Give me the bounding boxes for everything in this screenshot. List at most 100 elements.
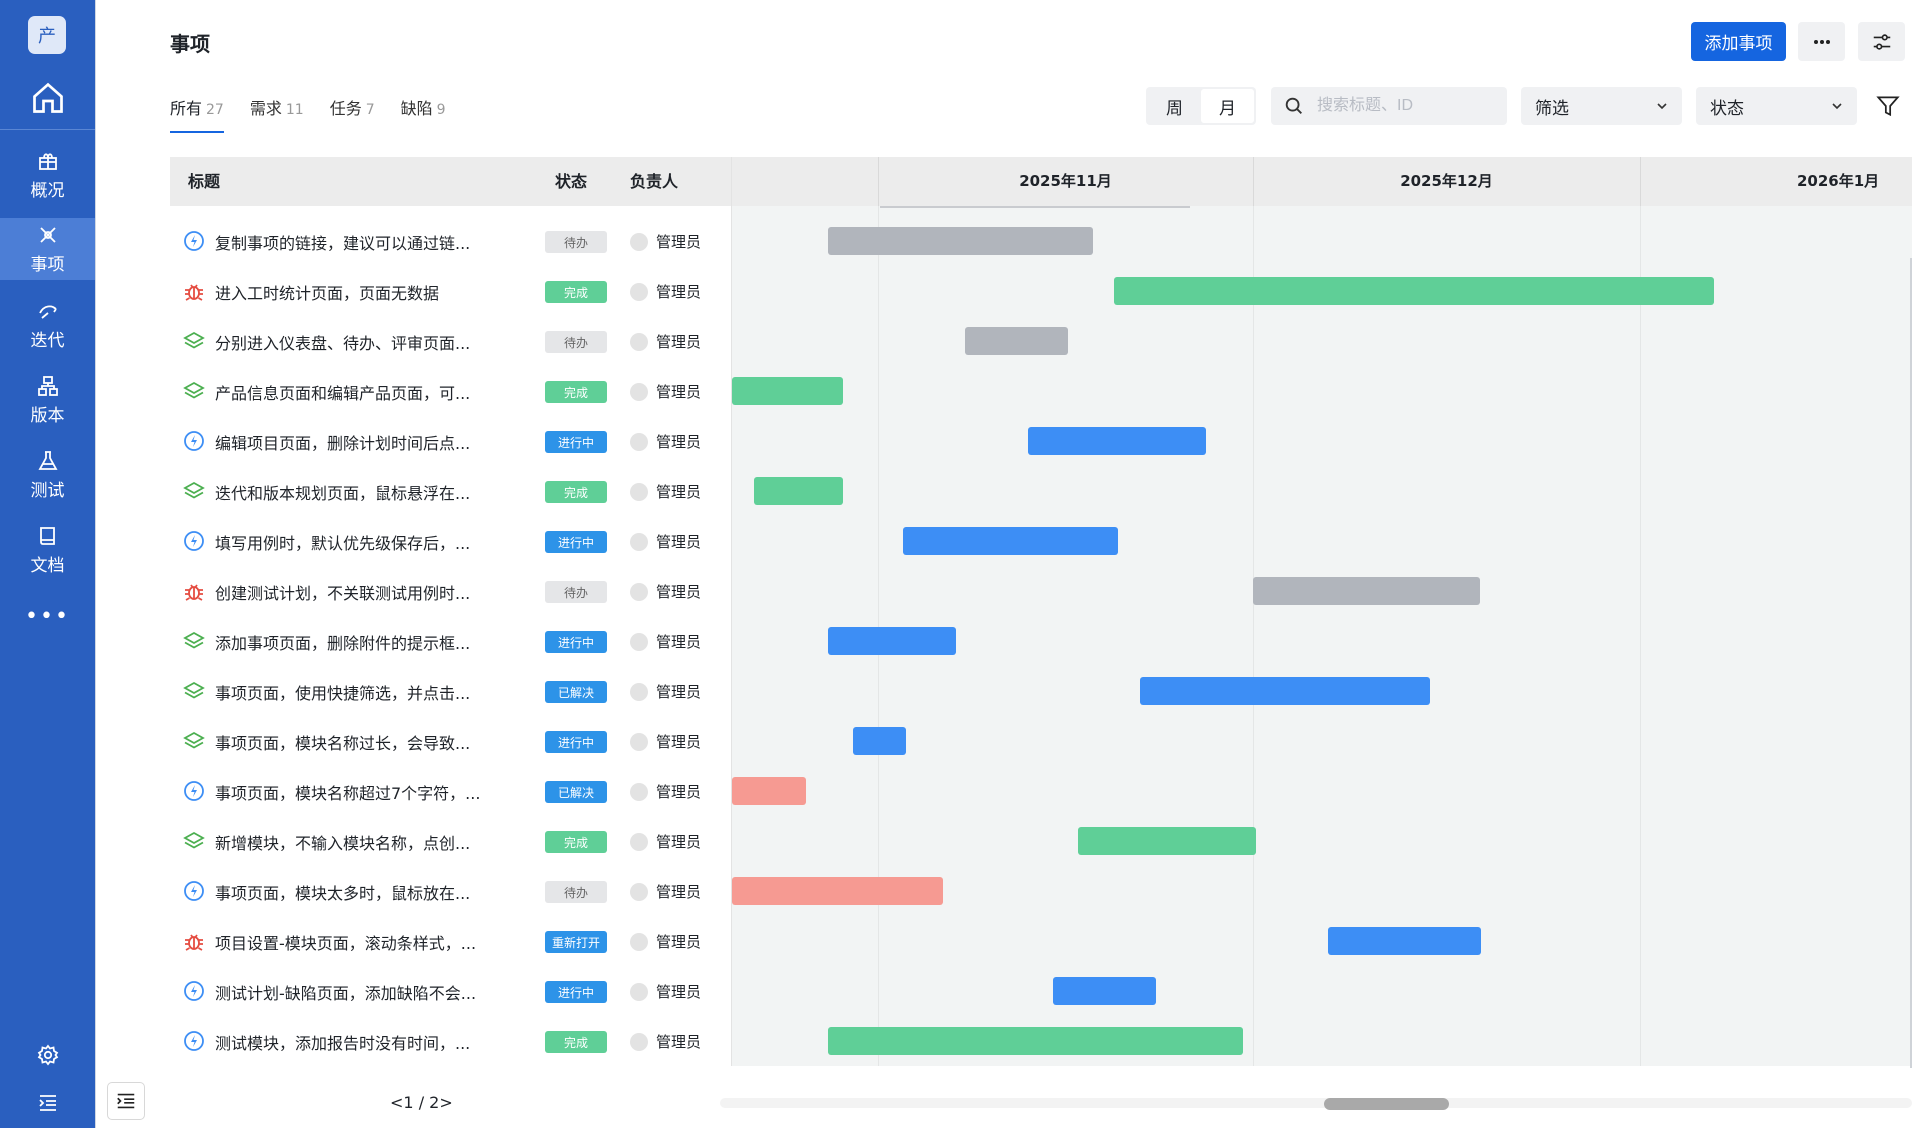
scrollbar-thumb[interactable] — [1324, 1098, 1449, 1110]
prev-page-button[interactable]: < — [390, 1093, 403, 1112]
filter-funnel-icon[interactable] — [1875, 93, 1901, 119]
menu-collapse-icon[interactable] — [36, 1091, 60, 1115]
gantt-bar[interactable] — [1140, 677, 1430, 705]
status-dropdown[interactable]: 状态 — [1696, 87, 1857, 125]
issue-title[interactable]: 进入工时统计页面，页面无数据 — [215, 280, 439, 304]
column-title-header[interactable]: 标题 — [188, 157, 220, 206]
table-row[interactable]: 事项页面，模块太多时，鼠标放在... 待办 管理员 — [170, 866, 730, 916]
gantt-bar[interactable] — [754, 477, 843, 505]
tab-requirement[interactable]: 需求 11 — [250, 95, 304, 133]
table-row[interactable]: 复制事项的链接，建议可以通过链... 待办 管理员 — [170, 216, 730, 266]
gantt-bar[interactable] — [828, 1027, 1243, 1055]
filter-dropdown[interactable]: 筛选 — [1521, 87, 1682, 125]
issue-title[interactable]: 事项页面，模块名称过长，会导致... — [215, 730, 470, 754]
gantt-bar[interactable] — [1053, 977, 1156, 1005]
status-badge[interactable]: 进行中 — [545, 431, 607, 453]
sidebar-item-docs[interactable]: 文档 — [0, 519, 95, 581]
status-badge[interactable]: 完成 — [545, 1031, 607, 1053]
issue-title[interactable]: 创建测试计划，不关联测试用例时... — [215, 580, 470, 604]
table-row[interactable]: 分别进入仪表盘、待办、评审页面... 待办 管理员 — [170, 316, 730, 366]
issue-title[interactable]: 编辑项目页面，删除计划时间后点... — [215, 430, 470, 454]
issue-title[interactable]: 事项页面，使用快捷筛选，并点击... — [215, 680, 470, 704]
gantt-bar[interactable] — [965, 327, 1068, 355]
gantt-bar[interactable] — [732, 777, 806, 805]
week-view-button[interactable]: 周 — [1148, 89, 1201, 123]
tab-all[interactable]: 所有 27 — [170, 95, 224, 133]
table-row[interactable]: 编辑项目页面，删除计划时间后点... 进行中 管理员 — [170, 416, 730, 466]
status-badge[interactable]: 完成 — [545, 481, 607, 503]
view-settings-button[interactable] — [1858, 22, 1905, 61]
status-badge[interactable]: 完成 — [545, 281, 607, 303]
sidebar-item-version[interactable]: 版本 — [0, 369, 95, 431]
table-gantt-divider[interactable] — [731, 157, 732, 1066]
tab-defect[interactable]: 缺陷 9 — [401, 95, 446, 133]
table-row[interactable]: 事项页面，模块名称过长，会导致... 进行中 管理员 — [170, 716, 730, 766]
table-row[interactable]: 事项页面，模块名称超过7个字符，... 已解决 管理员 — [170, 766, 730, 816]
table-row[interactable]: 迭代和版本规划页面，鼠标悬浮在... 完成 管理员 — [170, 466, 730, 516]
horizontal-scrollbar[interactable] — [720, 1098, 1912, 1108]
status-badge[interactable]: 待办 — [545, 231, 607, 253]
status-badge[interactable]: 进行中 — [545, 531, 607, 553]
gantt-bar[interactable] — [853, 727, 906, 755]
gantt-bar[interactable] — [1114, 277, 1714, 305]
issue-title[interactable]: 产品信息页面和编辑产品页面，可... — [215, 380, 470, 404]
sidebar-item-iteration[interactable]: 迭代 — [0, 294, 95, 356]
status-badge[interactable]: 重新打开 — [545, 931, 607, 953]
status-badge[interactable]: 已解决 — [545, 781, 607, 803]
home-icon[interactable] — [30, 80, 66, 116]
table-row[interactable]: 创建测试计划，不关联测试用例时... 待办 管理员 — [170, 566, 730, 616]
sidebar-item-test[interactable]: 测试 — [0, 444, 95, 506]
sidebar-item-overview[interactable]: 概况 — [0, 144, 95, 206]
product-logo[interactable]: 产 — [28, 16, 66, 54]
status-badge[interactable]: 进行中 — [545, 981, 607, 1003]
gantt-bar[interactable] — [828, 227, 1093, 255]
settings-icon[interactable] — [36, 1043, 60, 1067]
issue-title[interactable]: 事项页面，模块名称超过7个字符，... — [215, 780, 480, 804]
table-row[interactable]: 测试模块，添加报告时没有时间，... 完成 管理员 — [170, 1016, 730, 1066]
month-view-button[interactable]: 月 — [1201, 89, 1254, 123]
gantt-bar[interactable] — [828, 627, 956, 655]
tab-task[interactable]: 任务 7 — [330, 95, 375, 133]
status-badge[interactable]: 完成 — [545, 831, 607, 853]
add-issue-button[interactable]: 添加事项 — [1691, 22, 1786, 61]
gantt-bar[interactable] — [1028, 427, 1206, 455]
issue-title[interactable]: 添加事项页面，删除附件的提示框... — [215, 630, 470, 654]
collapse-panel-button[interactable] — [107, 1082, 145, 1120]
status-badge[interactable]: 已解决 — [545, 681, 607, 703]
gantt-bar[interactable] — [903, 527, 1118, 555]
column-status-header[interactable]: 状态 — [555, 157, 587, 206]
status-badge[interactable]: 完成 — [545, 381, 607, 403]
sidebar-item-issues[interactable]: 事项 — [0, 218, 95, 280]
status-badge[interactable]: 待办 — [545, 581, 607, 603]
issue-title[interactable]: 分别进入仪表盘、待办、评审页面... — [215, 330, 470, 354]
table-row[interactable]: 新增模块，不输入模块名称，点创... 完成 管理员 — [170, 816, 730, 866]
more-actions-button[interactable] — [1798, 22, 1845, 61]
next-page-button[interactable]: > — [439, 1093, 452, 1112]
table-row[interactable]: 项目设置-模块页面，滚动条样式，... 重新打开 管理员 — [170, 916, 730, 966]
sidebar-more-icon[interactable]: ••• — [0, 604, 95, 629]
issue-title[interactable]: 项目设置-模块页面，滚动条样式，... — [215, 930, 476, 954]
gantt-bar[interactable] — [1253, 577, 1480, 605]
table-row[interactable]: 添加事项页面，删除附件的提示框... 进行中 管理员 — [170, 616, 730, 666]
table-row[interactable]: 测试计划-缺陷页面，添加缺陷不会... 进行中 管理员 — [170, 966, 730, 1016]
status-badge[interactable]: 待办 — [545, 331, 607, 353]
gantt-bar[interactable] — [732, 877, 943, 905]
issue-title[interactable]: 事项页面，模块太多时，鼠标放在... — [215, 880, 470, 904]
gantt-bar[interactable] — [1328, 927, 1481, 955]
issue-title[interactable]: 复制事项的链接，建议可以通过链... — [215, 230, 470, 254]
search-input[interactable] — [1315, 96, 1499, 116]
issue-title[interactable]: 新增模块，不输入模块名称，点创... — [215, 830, 470, 854]
table-row[interactable]: 填写用例时，默认优先级保存后，... 进行中 管理员 — [170, 516, 730, 566]
issue-title[interactable]: 迭代和版本规划页面，鼠标悬浮在... — [215, 480, 470, 504]
table-row[interactable]: 进入工时统计页面，页面无数据 完成 管理员 — [170, 266, 730, 316]
table-row[interactable]: 事项页面，使用快捷筛选，并点击... 已解决 管理员 — [170, 666, 730, 716]
status-badge[interactable]: 进行中 — [545, 731, 607, 753]
status-badge[interactable]: 待办 — [545, 881, 607, 903]
issue-title[interactable]: 测试模块，添加报告时没有时间，... — [215, 1030, 470, 1054]
gantt-bar[interactable] — [732, 377, 843, 405]
column-owner-header[interactable]: 负责人 — [630, 157, 678, 206]
gantt-bar[interactable] — [1078, 827, 1256, 855]
status-badge[interactable]: 进行中 — [545, 631, 607, 653]
issue-title[interactable]: 测试计划-缺陷页面，添加缺陷不会... — [215, 980, 476, 1004]
table-row[interactable]: 产品信息页面和编辑产品页面，可... 完成 管理员 — [170, 366, 730, 416]
